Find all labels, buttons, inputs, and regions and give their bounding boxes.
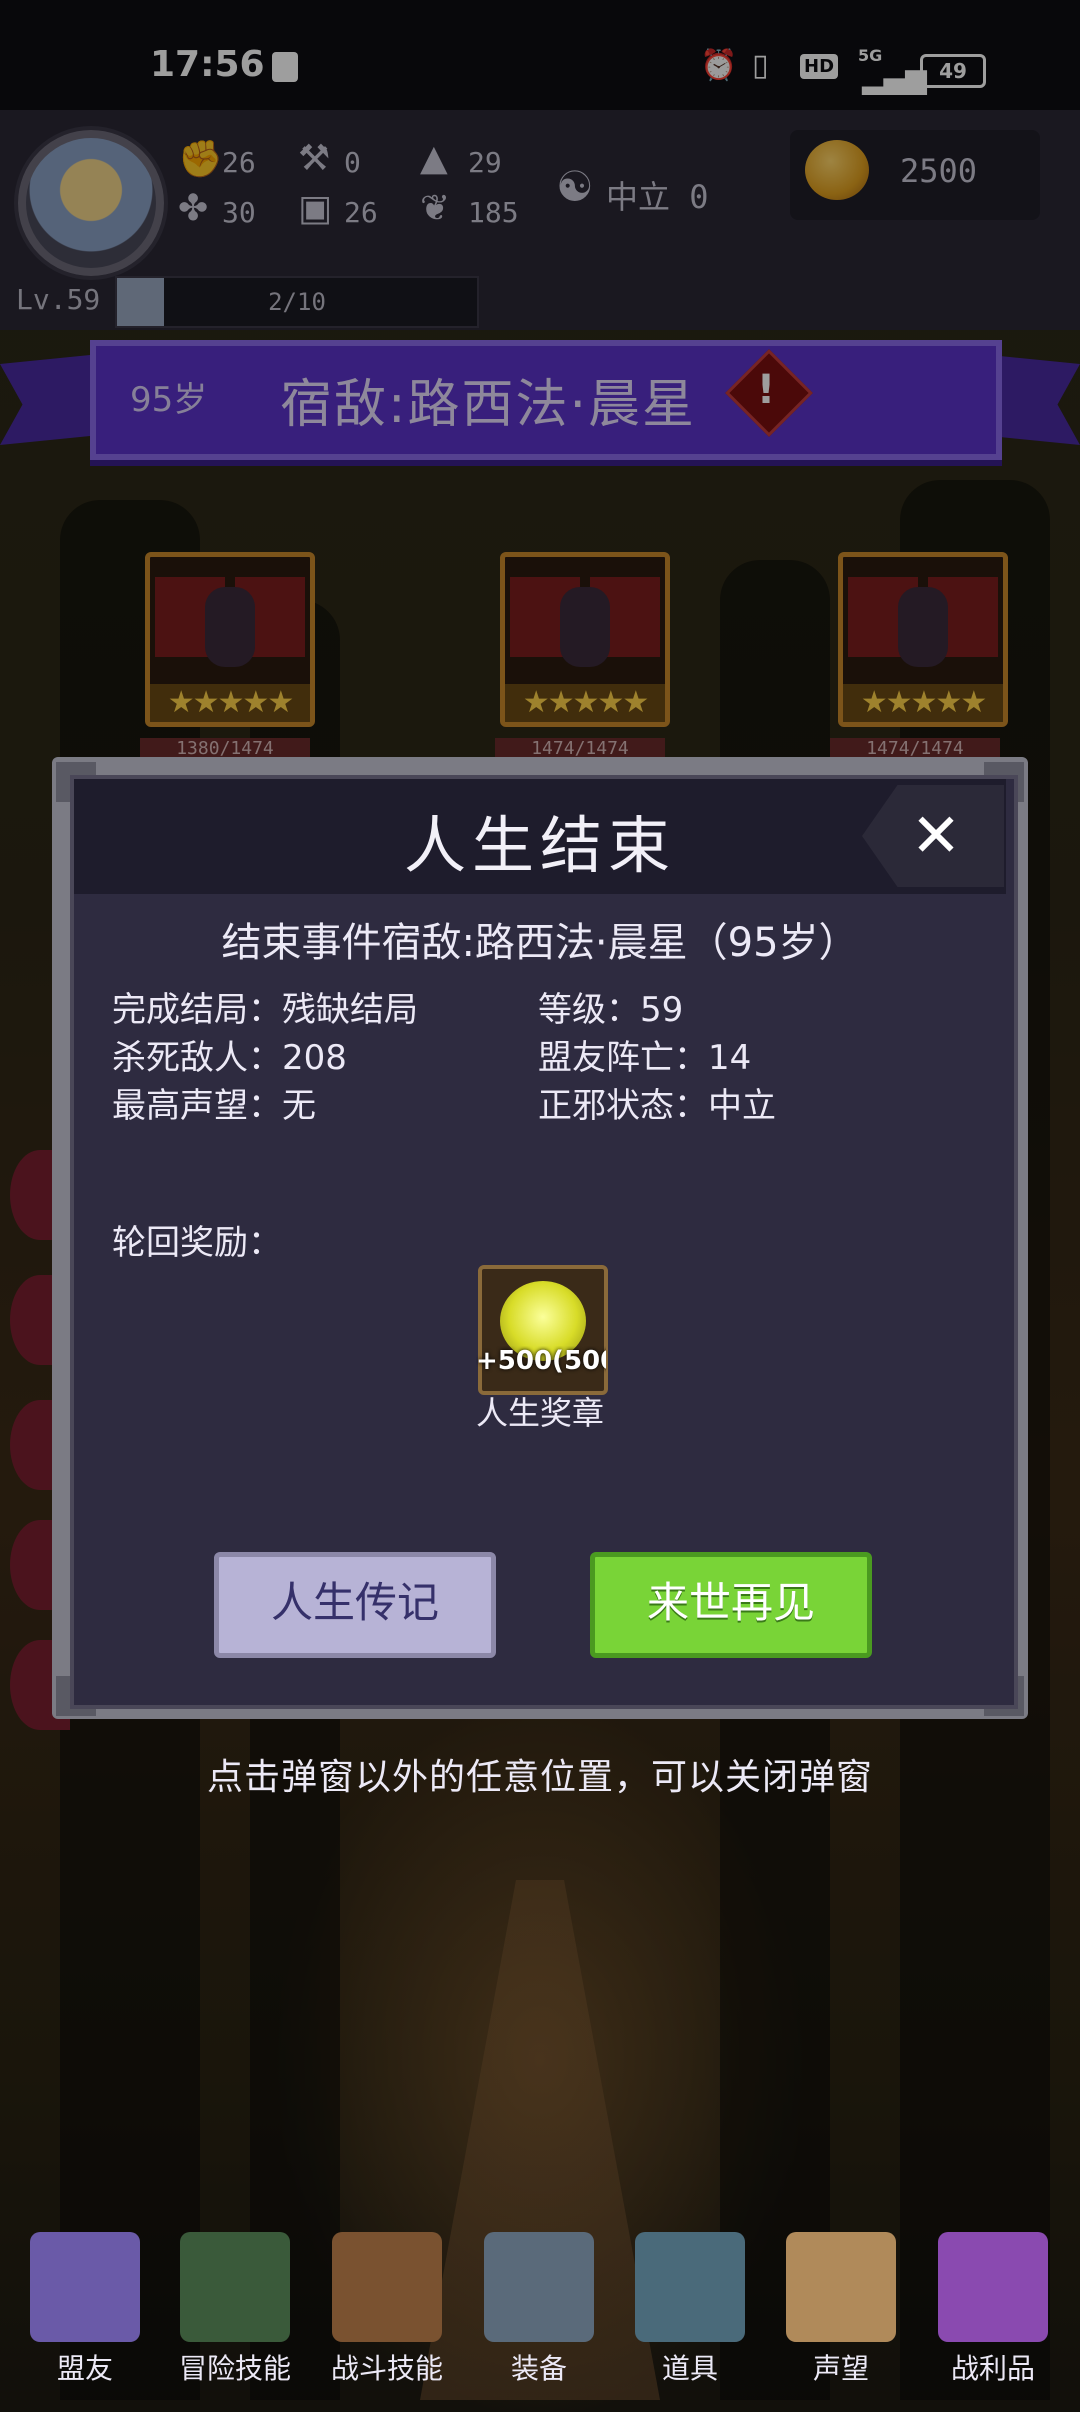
life-story-button[interactable]: 人生传记 — [214, 1552, 496, 1658]
nav-label: 装备 — [510, 2352, 567, 2385]
close-hint: 点击弹窗以外的任意位置，可以关闭弹窗 — [206, 1757, 873, 1798]
book-icon — [180, 2232, 290, 2342]
end-event: 结束事件宿敌:路西法·晨星（95岁） — [221, 920, 859, 966]
next-life-button[interactable]: 来世再见 — [590, 1552, 872, 1658]
ending-result: 完成结局：残缺结局 — [112, 990, 418, 1030]
nav-reputation[interactable]: 声望 — [776, 2222, 906, 2402]
handshake-icon — [30, 2232, 140, 2342]
final-level: 等级：59 — [538, 990, 684, 1030]
swords-icon — [484, 2232, 594, 2342]
enemies-killed: 杀死敌人：208 — [112, 1038, 347, 1078]
scroll-icon — [786, 2232, 896, 2342]
nav-adventure-skills[interactable]: 冒险技能 — [170, 2222, 300, 2402]
nav-items[interactable]: 道具 — [625, 2222, 755, 2402]
nav-equipment[interactable]: 装备 — [474, 2222, 604, 2402]
nav-label: 战利品 — [950, 2352, 1035, 2385]
highest-reputation: 最高声望：无 — [112, 1086, 316, 1126]
reward-label: 轮回奖励： — [112, 1223, 282, 1263]
alignment-state: 正邪状态：中立 — [538, 1086, 776, 1126]
backpack-icon — [332, 2232, 442, 2342]
reward-amount: +500(500 — [476, 1346, 606, 1376]
chest-icon — [938, 2232, 1048, 2342]
nav-allies[interactable]: 盟友 — [20, 2222, 150, 2402]
nav-label: 声望 — [812, 2352, 869, 2385]
nav-label: 盟友 — [56, 2352, 113, 2385]
nav-label: 冒险技能 — [178, 2352, 291, 2385]
nav-label: 战斗技能 — [330, 2352, 443, 2385]
nav-label: 道具 — [661, 2352, 718, 2385]
nav-combat-skills[interactable]: 战斗技能 — [322, 2222, 452, 2402]
reward-name: 人生奖章 — [475, 1394, 604, 1432]
bag-icon — [635, 2232, 745, 2342]
close-icon[interactable]: ✕ — [905, 800, 967, 872]
nav-loot[interactable]: 战利品 — [928, 2222, 1058, 2402]
allies-fallen: 盟友阵亡：14 — [538, 1038, 752, 1078]
